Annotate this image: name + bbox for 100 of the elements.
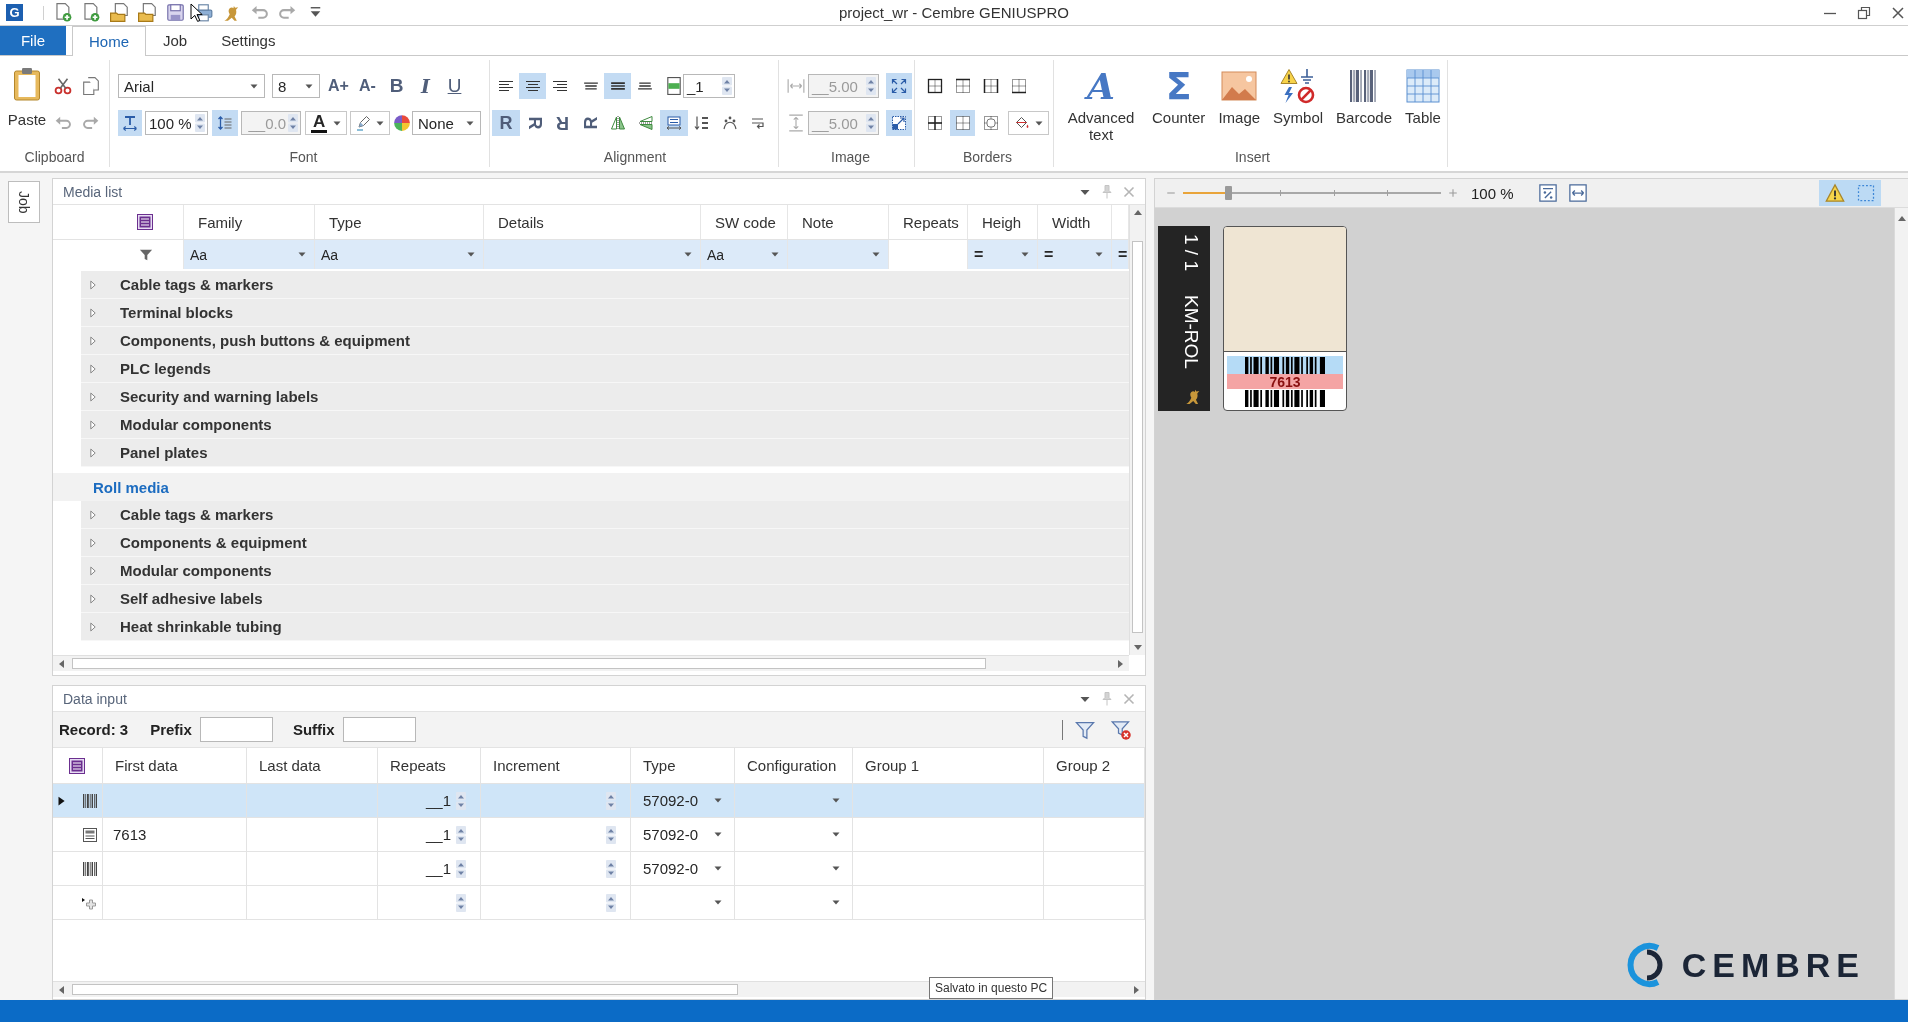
column-header[interactable]: Configuration — [735, 748, 853, 783]
column-chooser-icon[interactable] — [137, 214, 153, 230]
text-rotation-button[interactable]: R — [548, 110, 576, 136]
spin-arrows-icon[interactable] — [606, 825, 616, 844]
zoom-in-icon[interactable] — [1447, 187, 1459, 199]
spin-arrows-icon[interactable] — [606, 791, 616, 810]
ribbon-tab[interactable]: Home — [72, 26, 146, 56]
scrollbar-thumb[interactable] — [72, 984, 738, 995]
scroll-up-icon[interactable] — [1133, 210, 1142, 215]
spin-arrows-icon[interactable] — [606, 859, 616, 878]
insert-button[interactable]: Symbol — [1268, 60, 1329, 147]
align-middle-button[interactable] — [604, 73, 631, 99]
column-header[interactable]: Group 2 — [1044, 748, 1145, 783]
type-dropdown[interactable]: 57092-0 — [631, 852, 734, 885]
tree-item[interactable]: Security and warning labels — [81, 383, 1129, 411]
insert-button[interactable]: Σ Counter — [1147, 60, 1211, 147]
column-header[interactable]: Heigh — [968, 205, 1038, 239]
tree-item[interactable]: Modular components — [81, 411, 1129, 439]
tree-item[interactable]: Cable tags & markers — [81, 271, 1129, 299]
column-header[interactable]: Increment — [481, 748, 631, 783]
tree-item[interactable]: PLC legends — [81, 355, 1129, 383]
spin-arrows-icon[interactable] — [456, 791, 466, 810]
align-center-button[interactable] — [519, 73, 546, 99]
scroll-left-icon[interactable] — [59, 659, 64, 668]
type-dropdown[interactable]: 57092-0 — [631, 784, 734, 817]
actual-size-icon[interactable] — [1537, 183, 1558, 203]
text-rotation-button[interactable]: R — [492, 110, 520, 136]
prefix-field[interactable] — [199, 717, 273, 742]
paste-button[interactable]: Paste — [4, 60, 50, 147]
spin-arrows-icon[interactable] — [195, 114, 205, 132]
lines-spinner[interactable]: _1 — [683, 74, 735, 98]
line-height-icon[interactable] — [665, 77, 683, 95]
text-rotation-button[interactable]: R — [576, 110, 604, 136]
restore-icon[interactable] — [1856, 4, 1872, 21]
column-header[interactable]: Note — [788, 205, 889, 239]
ribbon-tab[interactable]: Job — [146, 26, 205, 55]
column-header[interactable]: Group 1 — [853, 748, 1044, 783]
repeats-spinner[interactable]: __1 — [378, 818, 480, 851]
insert-button[interactable]: Image — [1213, 60, 1266, 147]
vertical-scrollbar[interactable] — [1129, 205, 1145, 655]
frame-button[interactable] — [1850, 180, 1881, 206]
tree-item[interactable]: Modular components — [81, 557, 1129, 585]
line-spacing-button[interactable] — [212, 110, 238, 136]
vertical-scrollbar[interactable] — [1894, 208, 1908, 999]
scrollbar-thumb[interactable] — [72, 658, 986, 669]
column-chooser-icon[interactable] — [69, 757, 85, 774]
spin-arrows-icon[interactable] — [456, 825, 466, 844]
redo-icon[interactable] — [278, 3, 297, 22]
tree-item[interactable]: Terminal blocks — [81, 299, 1129, 327]
file-menu-button[interactable]: File — [0, 26, 66, 55]
column-header[interactable]: First data — [103, 748, 247, 783]
copy-icon[interactable] — [82, 77, 100, 95]
font-size-dropdown[interactable]: 8 — [272, 74, 320, 98]
tree-item[interactable]: Components & equipment — [81, 529, 1129, 557]
fill-button[interactable] — [1008, 111, 1049, 135]
spin-arrows-icon[interactable] — [456, 893, 466, 912]
filter-dropdown[interactable]: = — [1038, 240, 1112, 269]
scroll-right-icon[interactable] — [1134, 985, 1139, 994]
insert-button[interactable]: A Advanced text — [1058, 60, 1144, 147]
highlight-button[interactable] — [350, 111, 390, 135]
underline-button[interactable]: U — [441, 73, 468, 99]
tree-item[interactable]: Components, push buttons & equipment — [81, 327, 1129, 355]
text-rotation-button[interactable]: R — [520, 110, 548, 136]
suffix-field[interactable] — [342, 717, 416, 742]
column-header[interactable]: Type — [315, 205, 484, 239]
column-header[interactable]: Repeats — [889, 205, 968, 239]
insert-button[interactable]: Table — [1400, 60, 1446, 147]
scissors-icon[interactable] — [54, 77, 72, 95]
open-document-icon[interactable] — [110, 3, 129, 22]
new-document-icon[interactable] — [82, 3, 101, 22]
scroll-up-icon[interactable] — [1897, 216, 1906, 221]
spin-arrows-icon[interactable] — [722, 77, 732, 95]
section-heading[interactable]: Roll media — [53, 473, 1129, 501]
fit-text-button[interactable] — [660, 110, 688, 136]
new-document-icon[interactable] — [54, 3, 73, 22]
open-document-icon[interactable] — [138, 3, 157, 22]
horizontal-scrollbar[interactable] — [53, 981, 1145, 997]
filter-dropdown[interactable]: = — [968, 240, 1038, 269]
column-header[interactable]: Last data — [247, 748, 378, 783]
scrollbar-thumb[interactable] — [1132, 241, 1143, 633]
fill-color-dropdown[interactable]: None — [412, 111, 481, 135]
undo-icon[interactable] — [250, 3, 269, 22]
filter-field[interactable] — [889, 240, 968, 269]
bold-button[interactable]: B — [383, 73, 410, 99]
insert-button[interactable]: Barcode — [1331, 60, 1397, 147]
table-row[interactable]: __1 57092-0 — [53, 852, 1145, 886]
filter-dropdown[interactable]: Aa — [184, 240, 315, 269]
scroll-left-icon[interactable] — [59, 985, 64, 994]
table-row[interactable]: 7613 __1 57092-0 — [53, 818, 1145, 852]
ribbon-tab[interactable]: Settings — [204, 26, 293, 55]
side-tab[interactable]: Job — [8, 181, 40, 223]
stretch-image-button[interactable] — [886, 73, 912, 99]
scale-spinner[interactable]: 100 % — [145, 111, 208, 135]
redo-icon[interactable] — [82, 114, 100, 132]
fit-width-icon[interactable] — [1567, 183, 1588, 203]
keep-proportions-button[interactable] — [886, 110, 912, 136]
column-header[interactable]: Width — [1038, 205, 1112, 239]
undo-icon[interactable] — [54, 114, 72, 132]
color-wheel-icon[interactable] — [393, 114, 411, 132]
filter-icon[interactable] — [139, 247, 153, 262]
